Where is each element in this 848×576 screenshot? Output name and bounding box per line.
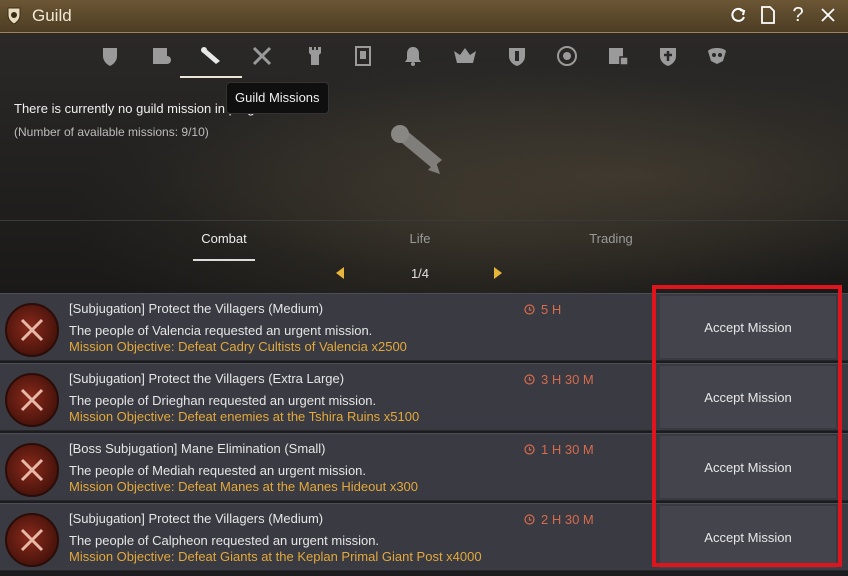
clock-icon	[524, 374, 535, 385]
crossed-swords-icon	[5, 373, 59, 427]
mission-row: [Subjugation] Protect the Villagers (Med…	[0, 293, 848, 361]
active-tab-indicator	[180, 76, 242, 78]
page-indicator: 1/4	[410, 266, 430, 281]
document-icon[interactable]	[758, 4, 778, 26]
tab-trading[interactable]: Trading	[575, 221, 647, 259]
guild-crest-icon[interactable]	[95, 41, 125, 71]
mission-description: The people of Valencia requested an urge…	[69, 323, 373, 338]
mission-title: [Subjugation] Protect the Villagers (Med…	[69, 301, 324, 316]
guild-house-icon[interactable]	[603, 41, 633, 71]
guild-alarm-icon[interactable]	[398, 41, 428, 71]
guild-crest-icon	[4, 5, 24, 27]
mission-objective: Mission Objective: Defeat Giants at the …	[69, 549, 482, 564]
close-icon[interactable]	[818, 4, 838, 26]
window-title: Guild	[32, 6, 72, 25]
guild-members-icon[interactable]	[146, 41, 176, 71]
crossed-swords-icon	[5, 443, 59, 497]
guild-cross-icon[interactable]	[653, 41, 683, 71]
mission-category-bar: Combat Life Trading	[0, 220, 848, 261]
next-page-icon[interactable]	[492, 266, 508, 282]
crossed-swords-icon	[5, 303, 59, 357]
mission-objective: Mission Objective: Defeat Cadry Cultists…	[69, 339, 407, 354]
tab-combat[interactable]: Combat	[193, 221, 255, 261]
guild-skills-icon[interactable]	[247, 41, 277, 71]
help-icon[interactable]: ?	[788, 4, 808, 26]
prev-page-icon[interactable]	[334, 266, 350, 282]
mission-objective: Mission Objective: Defeat Manes at the M…	[69, 479, 419, 494]
mission-row: [Subjugation] Protect the Villagers (Med…	[0, 503, 848, 571]
guild-shield-icon[interactable]	[502, 41, 532, 71]
mission-timer: 1 H 30 M	[524, 442, 594, 457]
crossed-swords-icon	[5, 513, 59, 567]
accept-mission-button[interactable]: Accept Mission	[660, 296, 836, 358]
mission-row: [Subjugation] Protect the Villagers (Ext…	[0, 363, 848, 431]
tooltip: Guild Missions	[226, 82, 329, 114]
mission-objective: Mission Objective: Defeat enemies at the…	[69, 409, 420, 424]
mission-row: [Boss Subjugation] Mane Elimination (Sma…	[0, 433, 848, 501]
pager: 1/4	[0, 260, 848, 290]
mission-timer: 3 H 30 M	[524, 372, 594, 387]
mission-description: The people of Mediah requested an urgent…	[69, 463, 367, 478]
guild-notice-icon[interactable]	[348, 41, 378, 71]
mission-timer: 5 H	[524, 302, 561, 317]
guild-castle-icon[interactable]	[300, 41, 330, 71]
guild-pet-icon[interactable]	[702, 41, 732, 71]
accept-mission-button[interactable]: Accept Mission	[660, 506, 836, 568]
guild-tab-bar	[0, 33, 848, 79]
accept-mission-button[interactable]: Accept Mission	[660, 366, 836, 428]
mission-timer: 2 H 30 M	[524, 512, 594, 527]
clock-icon	[524, 514, 535, 525]
mission-description: The people of Drieghan requested an urge…	[69, 393, 377, 408]
mission-title: [Subjugation] Protect the Villagers (Med…	[69, 511, 324, 526]
scroll-icon	[388, 120, 452, 180]
guild-war-icon[interactable]	[450, 41, 480, 71]
available-missions-count: (Number of available missions: 9/10)	[14, 125, 209, 139]
clock-icon	[524, 304, 535, 315]
tab-life[interactable]: Life	[390, 221, 450, 259]
clock-icon	[524, 444, 535, 455]
guild-missions-icon[interactable]	[196, 41, 226, 71]
mission-title: [Boss Subjugation] Mane Elimination (Sma…	[69, 441, 326, 456]
mission-description: The people of Calpheon requested an urge…	[69, 533, 380, 548]
accept-mission-button[interactable]: Accept Mission	[660, 436, 836, 498]
mission-title: [Subjugation] Protect the Villagers (Ext…	[69, 371, 345, 386]
title-bar: Guild ?	[0, 0, 848, 33]
refresh-icon[interactable]	[728, 4, 748, 26]
guild-emblem-icon[interactable]	[552, 41, 582, 71]
